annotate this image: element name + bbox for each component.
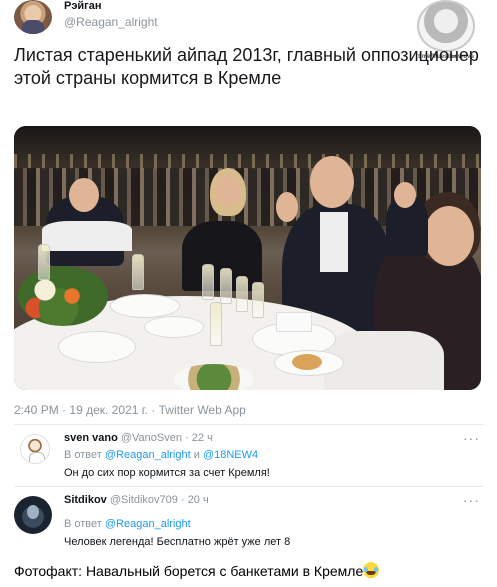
photo-plate-3 <box>144 316 204 338</box>
meta-separator: · <box>151 403 156 417</box>
tweet-meta: 2:40 PM · 19 дек. 2021 г. · Twitter Web … <box>14 403 246 417</box>
reply-to-line: В ответ @Reagan_alright и @18NEW4 <box>64 449 258 461</box>
photo-napkin <box>276 312 312 332</box>
tweet-date[interactable]: 19 дек. 2021 г. <box>69 403 148 417</box>
reply-item[interactable]: Sitdikov @Sitdikov709 · 20 ч ··· В ответ… <box>14 492 484 550</box>
divider <box>14 424 484 425</box>
photo-plate-1 <box>58 331 136 363</box>
tweet-source[interactable]: Twitter Web App <box>159 403 246 417</box>
reply-author-handle[interactable]: @Sitdikov709 <box>110 494 178 506</box>
photo-plate-2 <box>110 294 180 318</box>
reply-text: Человек легенда! Бесплатно жрёт уже лет … <box>64 536 291 548</box>
photo-glass-1 <box>202 264 214 300</box>
author-display-name[interactable]: Рэйган <box>64 0 102 12</box>
reply-prefix: В ответ <box>64 518 102 530</box>
photo-glass-6 <box>132 254 144 290</box>
reply-author-handle[interactable]: @VanoSven <box>121 432 182 444</box>
reply-mention[interactable]: @18NEW4 <box>203 449 258 461</box>
photo-glass-4 <box>252 282 264 318</box>
photo-head-bg-right <box>394 182 416 208</box>
reply-mention[interactable]: @Reagan_alright <box>105 518 191 530</box>
reply-avatar[interactable] <box>20 434 50 464</box>
author-handle[interactable]: @Reagan_alright <box>64 15 158 29</box>
reply-age: · 20 ч <box>180 494 209 506</box>
meta-separator: · <box>62 403 67 417</box>
more-options-icon[interactable]: ··· <box>463 492 480 508</box>
divider <box>14 486 484 487</box>
author-avatar[interactable] <box>14 0 52 34</box>
photo-head-left <box>69 178 99 212</box>
photo-bread <box>292 354 322 370</box>
laughing-tears-emoji-icon <box>363 562 380 578</box>
reply-mention[interactable]: @Reagan_alright <box>105 449 191 461</box>
reply-prefix: В ответ <box>64 449 102 461</box>
photo-head-center <box>310 156 354 208</box>
tweet-text: Листая старенький айпад 2013г, главный о… <box>14 45 479 88</box>
reply-avatar[interactable] <box>14 496 52 534</box>
reply-joiner: и <box>193 449 200 461</box>
reply-author-name[interactable]: sven vano <box>64 432 118 444</box>
photo-salad <box>174 364 254 390</box>
tweet-header: Рэйган @Reagan_alright t.me/MuesliLavrov… <box>14 0 484 60</box>
reply-author-name[interactable]: Sitdikov <box>64 494 107 506</box>
reply-item[interactable]: sven vano @VanoSven · 22 ч ··· В ответ @… <box>14 430 484 484</box>
photo-shirt-center <box>320 212 348 272</box>
photo-shirt-left <box>42 221 132 251</box>
reply-to-line: В ответ @Reagan_alright <box>64 518 191 530</box>
photo-head-woman <box>216 176 240 206</box>
reply-age: · 22 ч <box>185 432 213 444</box>
caption-text: Фотофакт: Навальный борется с банкетами … <box>14 563 364 579</box>
tweet-time[interactable]: 2:40 PM <box>14 403 59 417</box>
photo-glass-2 <box>220 268 232 304</box>
tweet-photo[interactable] <box>14 126 481 390</box>
photo-head-right <box>424 206 474 266</box>
photo-glass-3 <box>236 276 248 312</box>
reply-header: sven vano @VanoSven · 22 ч <box>64 432 213 444</box>
reply-text: Он до сих пор кормится за счет Кремля! <box>64 467 270 479</box>
reply-header: Sitdikov @Sitdikov709 · 20 ч <box>64 494 209 506</box>
photo-hand-wave <box>276 192 298 222</box>
photo-flowers <box>18 266 108 326</box>
photo-glass-5 <box>210 302 222 346</box>
photo-glass-7 <box>38 244 50 280</box>
more-options-icon[interactable]: ··· <box>463 430 480 446</box>
post-caption: Фотофакт: Навальный борется с банкетами … <box>14 562 380 579</box>
